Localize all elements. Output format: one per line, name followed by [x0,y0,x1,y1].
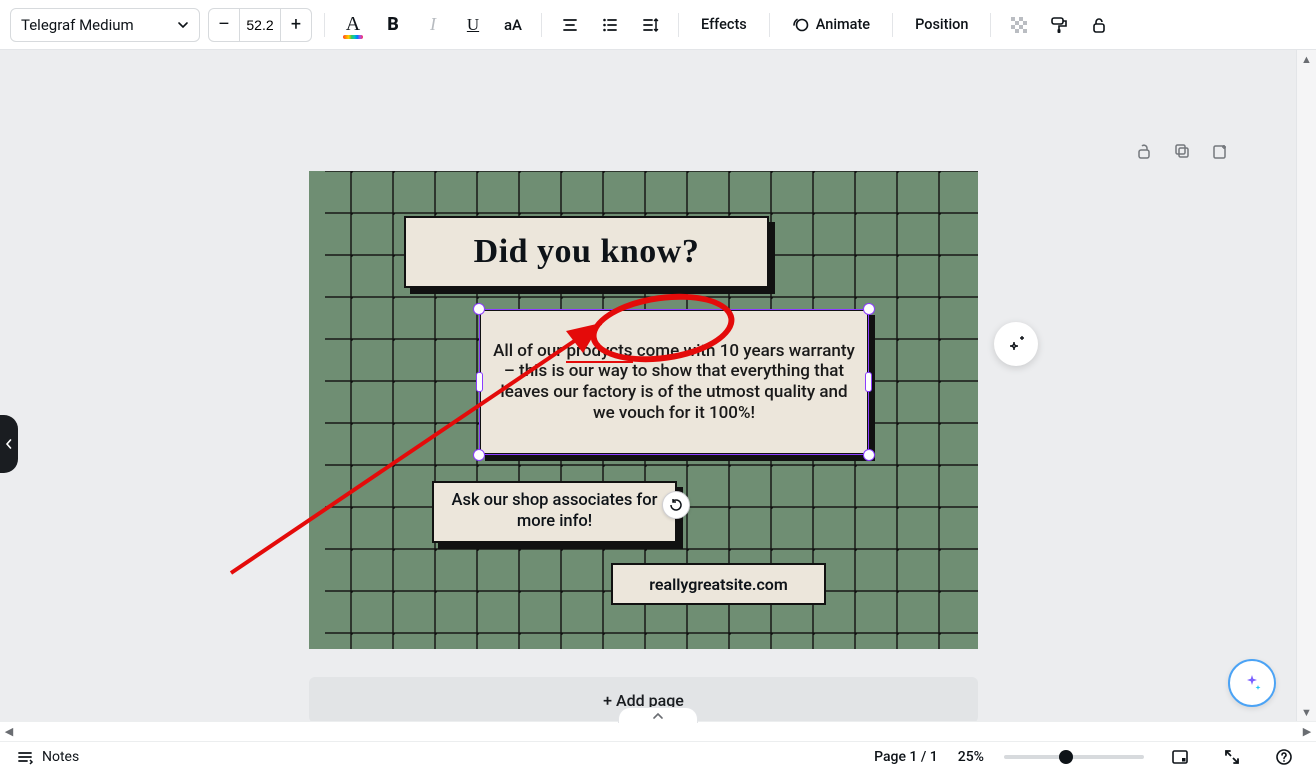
effects-button[interactable]: Effects [691,9,757,41]
title-text: Did you know? [474,233,700,271]
chevron-left-icon [4,439,14,449]
expand-side-panel[interactable] [0,415,18,473]
font-size-stepper: – + [208,8,312,42]
scroll-down-arrow[interactable]: ▼ [1297,703,1316,721]
site-card[interactable]: reallygreatsite.com [611,563,826,605]
page-lock-button[interactable] [1133,140,1155,162]
add-page-icon [1211,142,1229,160]
zoom-thumb[interactable] [1059,750,1073,764]
fullscreen-icon [1224,749,1240,765]
underline-button[interactable]: U [457,9,489,41]
duplicate-icon [1173,142,1191,160]
page-add-button[interactable] [1209,140,1231,162]
help-icon [1275,748,1293,766]
animate-icon [792,16,810,34]
body-pre: All of our [493,341,566,361]
divider [769,13,770,37]
chevron-up-icon [652,710,664,722]
lock-open-icon [1135,142,1153,160]
notes-label: Notes [42,749,79,765]
rotate-handle[interactable] [662,491,690,519]
text-color-glyph: A [346,13,360,36]
grid-view-button[interactable] [1164,741,1196,773]
uppercase-button[interactable]: aA [497,9,529,41]
page-toolbar [1133,140,1231,162]
design-page[interactable]: Did you know? All of our prodycts come w… [309,171,978,649]
fullscreen-button[interactable] [1216,741,1248,773]
notes-button[interactable]: Notes [16,748,79,766]
page-duplicate-button[interactable] [1171,140,1193,162]
align-icon [561,16,579,34]
spacing-icon [641,16,659,34]
canva-assistant-button[interactable] [1228,659,1276,707]
page-thumbnails-toggle[interactable] [618,707,698,723]
site-text: reallygreatsite.com [649,575,787,594]
divider [678,13,679,37]
font-size-increase[interactable]: + [281,9,311,41]
position-button[interactable]: Position [905,9,978,41]
ai-assist-button[interactable] [994,322,1038,366]
lock-open-icon [1090,16,1108,34]
divider [324,13,325,37]
text-color-button[interactable]: A [337,9,369,41]
bullet-list-button[interactable] [594,9,626,41]
bold-button[interactable]: B [377,9,409,41]
rotate-icon [668,497,684,513]
zoom-value[interactable]: 25% [958,749,984,765]
rainbow-underline-icon [343,35,363,39]
horizontal-scrollbar[interactable]: ◀ ▶ [0,721,1316,741]
scroll-up-arrow[interactable]: ▲ [1297,50,1316,68]
divider [990,13,991,37]
font-name: Telegraf Medium [21,16,134,34]
animate-button[interactable]: Animate [782,9,880,41]
transparency-icon [1009,15,1029,35]
grid-view-icon [1171,748,1189,766]
bullet-list-icon [601,16,619,34]
vertical-scrollbar[interactable]: ▲ ▼ [1296,50,1316,721]
text-toolbar: Telegraf Medium – + A B I U aA Effects A… [0,0,1316,50]
help-button[interactable] [1268,741,1300,773]
ask-card[interactable]: Ask our shop associates for more info! [432,481,677,543]
ask-text: Ask our shop associates for more info! [446,491,663,532]
sparkle-star-icon [1240,671,1264,695]
canvas-area[interactable]: Did you know? All of our prodycts come w… [0,50,1296,721]
notes-icon [16,748,34,766]
italic-button[interactable]: I [417,9,449,41]
font-picker[interactable]: Telegraf Medium [10,8,200,42]
page-indicator[interactable]: Page 1 / 1 [874,749,938,765]
sparkle-icon [1005,333,1027,355]
font-size-decrease[interactable]: – [209,9,239,41]
font-size-input[interactable] [239,9,281,41]
spacing-button[interactable] [634,9,666,41]
divider [541,13,542,37]
copy-style-button[interactable] [1043,9,1075,41]
transparency-button[interactable] [1003,9,1035,41]
divider [892,13,893,37]
lock-button[interactable] [1083,9,1115,41]
scroll-left-arrow[interactable]: ◀ [0,722,18,741]
paint-roller-icon [1049,15,1069,35]
zoom-slider[interactable] [1004,755,1144,759]
chevron-down-icon [177,19,189,31]
bottom-bar: Notes Page 1 / 1 25% [0,741,1316,771]
align-button[interactable] [554,9,586,41]
scroll-right-arrow[interactable]: ▶ [1298,722,1316,741]
title-card[interactable]: Did you know? [404,216,769,288]
